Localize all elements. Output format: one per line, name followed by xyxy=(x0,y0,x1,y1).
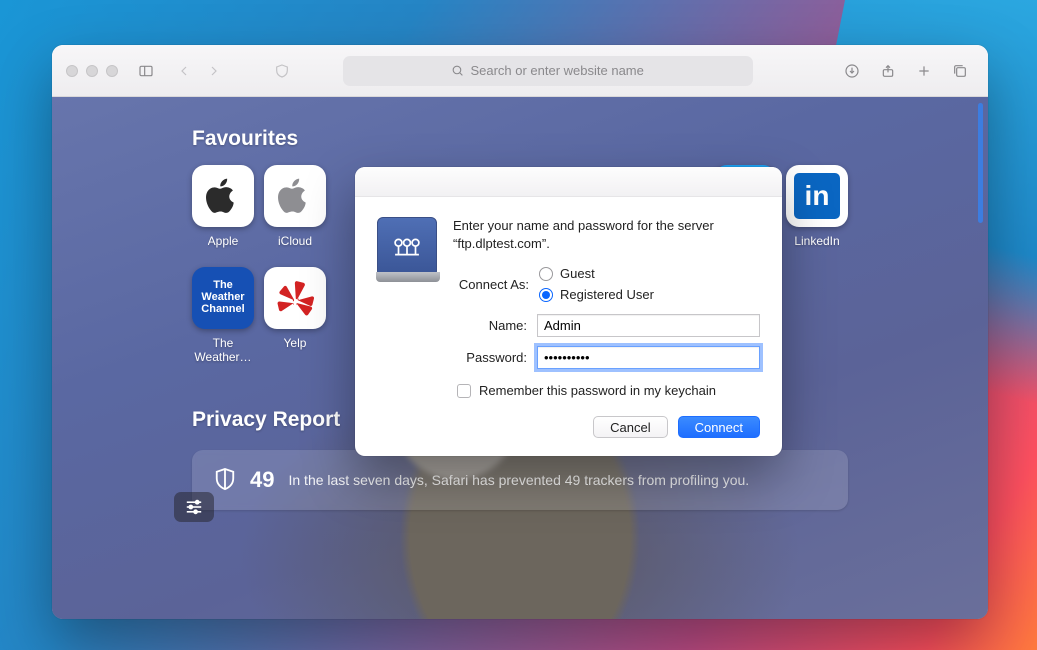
favourite-weather[interactable]: TheWeatherChannel The Weather… xyxy=(192,267,254,365)
privacy-shield-icon[interactable] xyxy=(268,57,296,85)
tracker-count: 49 xyxy=(250,467,274,493)
connect-button[interactable]: Connect xyxy=(678,416,760,438)
favourites-heading: Favourites xyxy=(192,127,848,151)
dialog-titlebar xyxy=(355,167,782,197)
guest-radio[interactable]: Guest xyxy=(539,266,654,281)
password-label: Password: xyxy=(377,350,527,365)
weather-channel-icon: TheWeatherChannel xyxy=(192,267,254,329)
linkedin-icon: in xyxy=(794,173,840,219)
remember-password-checkbox[interactable] xyxy=(457,384,471,398)
privacy-report-card[interactable]: 49 In the last seven days, Safari has pr… xyxy=(192,450,848,510)
connect-as-label: Connect As: xyxy=(453,277,529,292)
apple-icon xyxy=(206,176,240,216)
name-field[interactable] xyxy=(537,314,760,337)
downloads-button[interactable] xyxy=(838,57,866,85)
favourite-linkedin[interactable]: in LinkedIn xyxy=(786,165,848,249)
forward-button[interactable] xyxy=(200,57,228,85)
network-server-icon xyxy=(377,217,437,277)
address-bar[interactable]: Search or enter website name xyxy=(343,56,753,86)
dialog-message: Enter your name and password for the ser… xyxy=(453,217,760,252)
connect-to-server-dialog: Enter your name and password for the ser… xyxy=(355,167,782,456)
name-label: Name: xyxy=(377,318,527,333)
registered-user-radio[interactable]: Registered User xyxy=(539,287,654,302)
privacy-report-text: In the last seven days, Safari has preve… xyxy=(288,472,749,488)
safari-window: Search or enter website name Favourites xyxy=(52,45,988,619)
scrollbar[interactable] xyxy=(978,103,983,223)
close-window-button[interactable] xyxy=(66,65,78,77)
new-tab-button[interactable] xyxy=(910,57,938,85)
start-page-settings-button[interactable] xyxy=(174,492,214,522)
window-controls xyxy=(66,65,118,77)
favourite-icloud[interactable]: iCloud xyxy=(264,165,326,249)
toolbar: Search or enter website name xyxy=(52,45,988,97)
sliders-icon xyxy=(184,499,204,515)
cancel-button[interactable]: Cancel xyxy=(593,416,667,438)
yelp-icon xyxy=(276,278,314,318)
favourite-yelp[interactable]: Yelp xyxy=(264,267,326,365)
remember-password-label: Remember this password in my keychain xyxy=(479,383,716,398)
apple-grey-icon xyxy=(278,176,312,216)
sidebar-toggle-button[interactable] xyxy=(132,57,160,85)
password-field[interactable] xyxy=(537,346,760,369)
minimize-window-button[interactable] xyxy=(86,65,98,77)
address-placeholder: Search or enter website name xyxy=(470,63,643,78)
favourite-apple[interactable]: Apple xyxy=(192,165,254,249)
shield-icon xyxy=(214,467,236,493)
zoom-window-button[interactable] xyxy=(106,65,118,77)
tab-overview-button[interactable] xyxy=(946,57,974,85)
back-button[interactable] xyxy=(170,57,198,85)
share-button[interactable] xyxy=(874,57,902,85)
